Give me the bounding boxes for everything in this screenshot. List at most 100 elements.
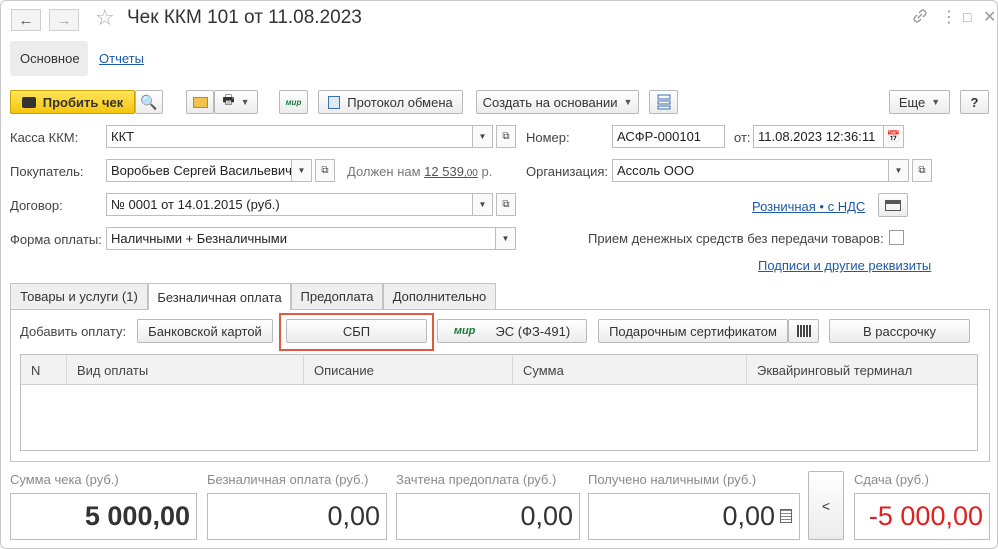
sbp-button[interactable]: СБП [286,319,427,343]
kassa-field[interactable]: ККТ [106,125,473,148]
kassa-dropdown-button[interactable]: ▼ [473,125,493,148]
chevron-down-icon: ▼ [478,132,487,141]
exchange-protocol-label: Протокол обмена [347,94,453,110]
prepay-sum-value: 0,00 [396,493,580,540]
arrow-left-icon: ← [18,11,34,29]
column-description[interactable]: Описание [304,355,513,385]
chevron-down-icon: ▼ [623,97,633,107]
more-menu-button[interactable]: Еще ▼ [889,90,950,114]
payment-form-field[interactable]: Наличными + Безналичными [106,227,496,250]
buyer-field[interactable]: Воробьев Сергей Васильевич [106,159,292,182]
payment-form-dropdown-button[interactable]: ▼ [496,227,516,250]
favorite-star-icon[interactable]: ☆ [95,5,115,31]
number-field[interactable]: АСФР-000101 [612,125,725,148]
more-label: Еще [898,94,926,110]
es-fz491-button[interactable]: мир ЭС (ФЗ-491) [437,319,587,343]
prepay-sum-label: Зачтена предоплата (руб.) [396,472,557,487]
calculator-icon[interactable] [780,509,792,523]
cash-register-icon [21,96,36,108]
structure-button[interactable] [649,90,678,114]
org-label: Организация: [526,164,609,179]
create-based-on-button[interactable]: Создать на основании ▼ [476,90,639,114]
date-field[interactable]: 11.08.2023 12:36:11 [753,125,884,148]
active-tab-joint [149,308,290,311]
kassa-open-button[interactable]: ⧉ [496,125,516,148]
gift-certificate-button[interactable]: Подарочным сертификатом [598,319,788,343]
date-label: от: [734,130,751,145]
protocol-icon [328,95,341,109]
retail-vat-link[interactable]: Розничная • с НДС [752,199,865,214]
mir-logo-icon: мир [453,325,476,337]
more-dots-icon[interactable]: ⋮ [941,7,957,27]
number-label: Номер: [526,130,570,145]
cash-received-label: Получено наличными (руб.) [588,472,757,487]
print-menu-button[interactable]: 🖶 ▼ [214,90,258,114]
contract-dropdown-button[interactable]: ▼ [473,193,493,216]
open-form-icon: ⧉ [918,165,926,176]
buyer-dropdown-button[interactable]: ▼ [292,159,312,182]
contract-open-button[interactable]: ⧉ [496,193,516,216]
previous-button[interactable]: < [808,471,844,540]
close-icon[interactable]: ✕ [983,7,996,27]
chevron-down-icon: ▼ [240,97,250,107]
payments-table[interactable]: N Вид оплаты Описание Сумма Эквайринговы… [20,354,978,451]
tab-additional[interactable]: Дополнительно [383,283,496,310]
envelope-icon [192,96,208,108]
chevron-down-icon: ▼ [931,97,941,107]
check-sum-value: 5 000,00 [10,493,197,540]
no-goods-label: Прием денежных средств без передачи това… [588,231,884,246]
date-picker-button[interactable]: 📅 [884,125,904,148]
section-tab-reports[interactable]: Отчеты [89,41,154,76]
org-dropdown-button[interactable]: ▼ [889,159,909,182]
hierarchy-icon [657,94,670,110]
exchange-protocol-button[interactable]: Протокол обмена [318,90,463,114]
tab-goods[interactable]: Товары и услуги (1) [10,283,148,310]
open-form-icon: ⧉ [502,131,510,142]
debt-amount-link[interactable]: 12 539,00 [424,164,478,179]
cashless-sum-value: 0,00 [207,493,387,540]
forward-button[interactable]: → [49,9,79,31]
chevron-down-icon: ▼ [478,200,487,209]
print-check-button[interactable]: Пробить чек [10,90,135,114]
org-open-button[interactable]: ⧉ [912,159,932,182]
cash-received-field[interactable]: 0,00 [588,493,800,540]
debt-amount-fraction: ,00 [463,168,478,179]
signatures-link[interactable]: Подписи и другие реквизиты [758,258,931,273]
maximize-icon[interactable]: □ [963,9,971,25]
debt-label: Должен нам [347,164,421,179]
send-email-button[interactable] [186,90,214,114]
org-field[interactable]: Ассоль ООО [612,159,889,182]
magnifier-icon: 🔍 [140,93,158,110]
check-sum-label: Сумма чека (руб.) [10,472,119,487]
no-goods-checkbox[interactable] [889,230,904,245]
chevron-down-icon: ▼ [894,166,903,175]
tab-cashless[interactable]: Безналичная оплата [148,283,291,311]
buyer-open-button[interactable]: ⧉ [315,159,335,182]
window-title: Чек ККМ 101 от 11.08.2023 [127,7,362,28]
contract-label: Договор: [10,198,63,213]
tab-prepayment[interactable]: Предоплата [291,283,383,310]
card-settings-button[interactable] [878,193,908,217]
column-acquiring-terminal[interactable]: Эквайринговый терминал [747,355,977,385]
help-button[interactable]: ? [960,90,989,114]
contract-field[interactable]: № 0001 от 14.01.2015 (руб.) [106,193,473,216]
scan-barcode-button[interactable] [788,319,819,343]
printer-icon: 🖶 [222,92,235,107]
mir-payment-button[interactable]: мир [279,90,308,114]
bank-card-button[interactable]: Банковской картой [137,319,273,343]
print-check-label: Пробить чек [42,94,124,110]
debt-info: Должен нам 12 539,00 р. [347,164,492,179]
debt-amount: 12 539 [424,164,464,179]
open-form-icon: ⧉ [321,165,329,176]
section-tab-main[interactable]: Основное [10,41,88,76]
link-icon[interactable] [911,7,929,30]
create-based-on-label: Создать на основании [482,94,618,110]
preview-check-button[interactable]: 🔍 [135,90,163,114]
installment-button[interactable]: В рассрочку [829,319,970,343]
column-payment-type[interactable]: Вид оплаты [67,355,304,385]
back-button[interactable]: ← [11,9,41,31]
column-amount[interactable]: Сумма [513,355,747,385]
payment-form-label: Форма оплаты: [10,232,102,247]
column-n[interactable]: N [21,355,67,385]
mir-logo-icon: мир [285,97,302,107]
